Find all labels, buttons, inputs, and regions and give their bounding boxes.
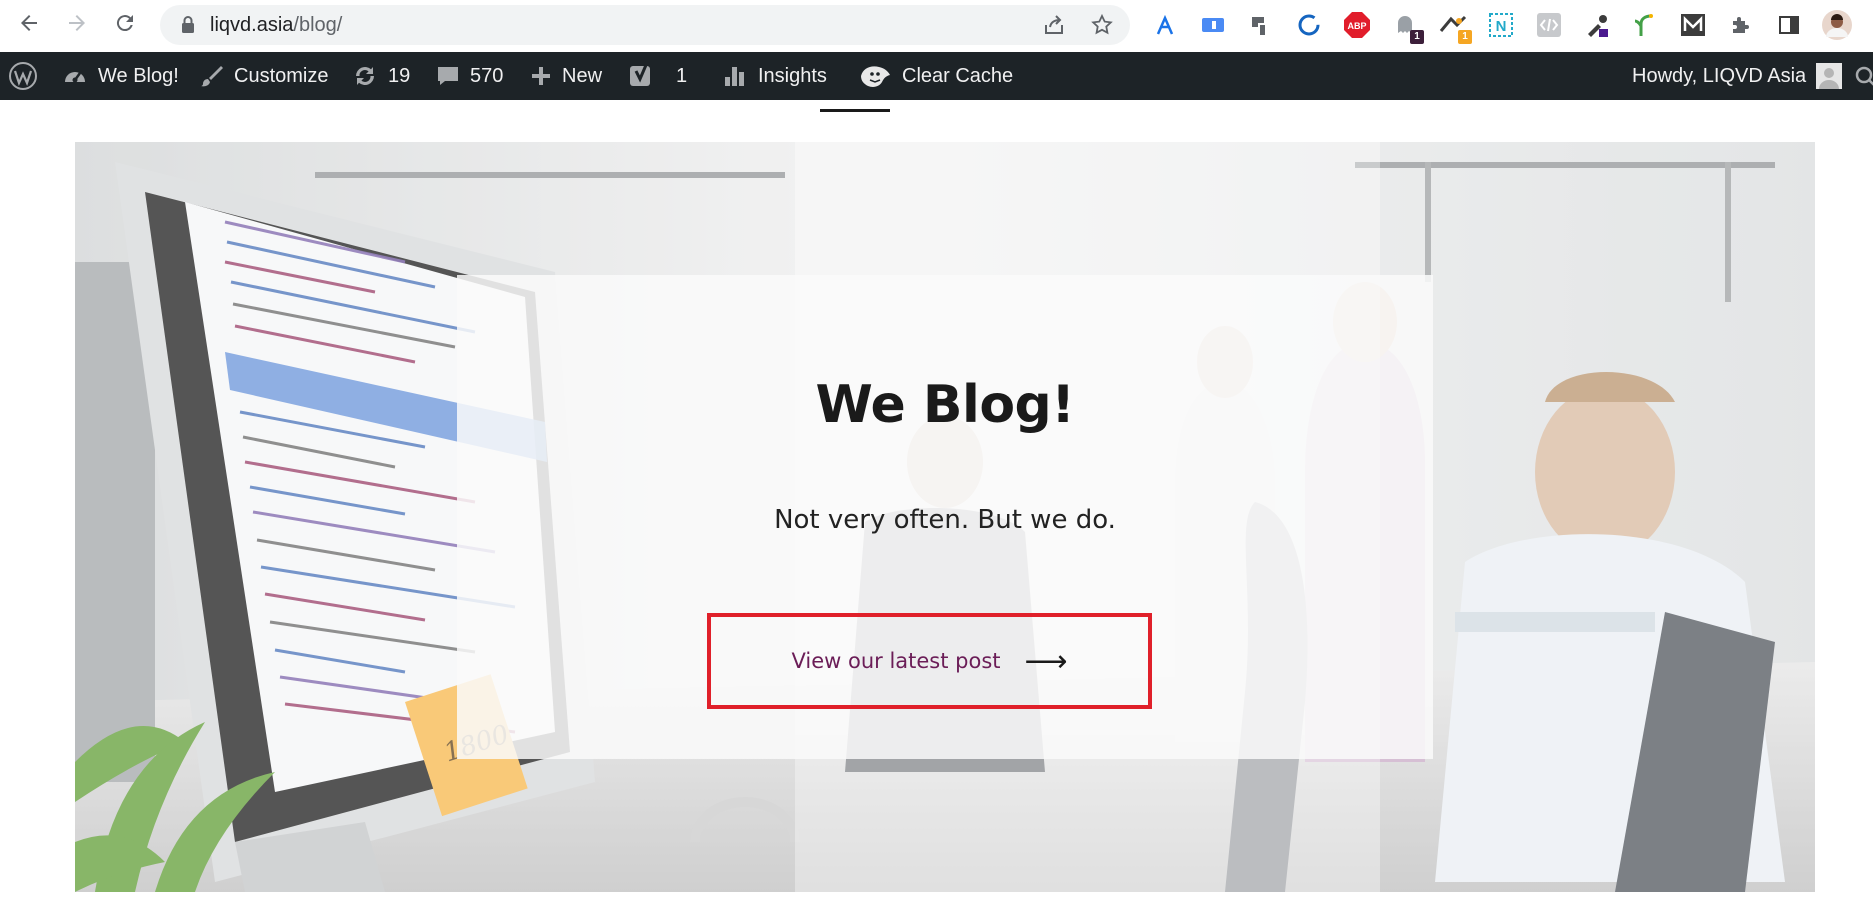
reload-button[interactable]: [110, 8, 140, 38]
forward-button[interactable]: [62, 8, 92, 38]
wordpress-logo-button[interactable]: [8, 52, 38, 100]
url-path: /blog/: [293, 13, 343, 36]
updates-count: 19: [388, 64, 411, 87]
bookmark-star-icon[interactable]: [1090, 13, 1114, 37]
clear-cache-label: Clear Cache: [902, 64, 1014, 87]
new-content-menu[interactable]: New: [530, 52, 602, 100]
arrow-right-icon: ⟶: [1024, 643, 1068, 679]
view-latest-post-button[interactable]: View our latest post ⟶: [707, 613, 1152, 709]
lock-icon[interactable]: [176, 13, 200, 37]
extension-m-icon[interactable]: [1678, 10, 1708, 40]
extension-circle-icon[interactable]: [1294, 10, 1324, 40]
side-panel-icon[interactable]: [1774, 10, 1804, 40]
view-latest-post-label: View our latest post: [791, 649, 1001, 673]
new-label: New: [562, 64, 603, 87]
comments-link[interactable]: 570: [436, 52, 503, 100]
back-button[interactable]: [14, 8, 44, 38]
browser-toolbar: liqvd.asia/blog/ ABP 1 1 N: [0, 0, 1873, 52]
hero-cover: 1800 We Blog! Not very often. But we do.…: [75, 142, 1815, 892]
wordpress-logo-icon: [9, 62, 37, 90]
clear-cache-link[interactable]: Clear Cache: [858, 52, 1013, 100]
extension-paint-icon[interactable]: [1246, 10, 1276, 40]
extensions-puzzle-icon[interactable]: [1726, 10, 1756, 40]
comments-count: 570: [470, 64, 504, 87]
customize-link[interactable]: Customize: [200, 52, 328, 100]
paintbrush-icon: [201, 66, 223, 87]
arrow-right-icon: [69, 15, 85, 31]
active-menu-indicator: [820, 109, 890, 112]
extension-sprout-icon[interactable]: [1630, 10, 1660, 40]
updates-link[interactable]: 19: [352, 52, 410, 100]
arrow-left-icon: [21, 15, 37, 31]
extension-fork-icon[interactable]: [1150, 10, 1180, 40]
wp-admin-bar: We Blog! Customize 19 570 New 1 Insights…: [0, 52, 1873, 100]
hero-subtitle: Not very often. But we do.: [774, 505, 1116, 535]
howdy-label: Howdy, LIQVD Asia: [1632, 64, 1807, 87]
profile-avatar[interactable]: [1822, 10, 1852, 40]
yoast-seo-menu[interactable]: 1: [628, 52, 687, 100]
extension-code-icon[interactable]: [1534, 10, 1564, 40]
yoast-count: 1: [676, 64, 688, 87]
hero-title: We Blog!: [815, 375, 1076, 435]
account-menu[interactable]: Howdy, LIQVD Asia: [1632, 52, 1843, 100]
adblock-icon[interactable]: ABP: [1342, 10, 1372, 40]
bar-chart-icon: [725, 67, 744, 86]
user-avatar-icon: [1816, 63, 1843, 89]
search-icon: [1855, 66, 1873, 86]
admin-search-button[interactable]: [1854, 52, 1873, 100]
yoast-logo-icon: [630, 64, 650, 86]
hero-content-card: We Blog! Not very often. But we do. View…: [457, 275, 1433, 759]
insights-link[interactable]: Insights: [722, 52, 827, 100]
svg-text:ABP: ABP: [1347, 21, 1366, 31]
warning-badge: 1: [1458, 30, 1472, 44]
site-name-label: We Blog!: [98, 64, 179, 87]
ghost-badge: 1: [1410, 30, 1424, 44]
url-host: liqvd.asia: [210, 13, 294, 36]
site-name-menu[interactable]: We Blog!: [62, 52, 179, 100]
url-text: liqvd.asia/blog/: [210, 14, 342, 37]
extension-warning-icon[interactable]: 1: [1438, 10, 1472, 44]
insights-label: Insights: [758, 64, 827, 87]
updates-refresh-icon: [356, 67, 374, 85]
cheetah-icon: [861, 66, 890, 87]
share-icon[interactable]: [1042, 13, 1066, 37]
svg-text:N: N: [1496, 18, 1507, 35]
dashboard-gauge-icon: [65, 72, 85, 83]
plus-icon: [532, 67, 550, 85]
extension-n-icon[interactable]: N: [1486, 10, 1516, 40]
extension-tag-icon[interactable]: [1198, 10, 1228, 40]
comment-bubble-icon: [438, 67, 458, 85]
address-bar[interactable]: liqvd.asia/blog/: [160, 5, 1130, 45]
customize-label: Customize: [234, 64, 329, 87]
eyedropper-icon[interactable]: [1582, 10, 1612, 40]
extension-ghost-icon[interactable]: 1: [1390, 10, 1424, 44]
reload-icon: [116, 15, 133, 32]
